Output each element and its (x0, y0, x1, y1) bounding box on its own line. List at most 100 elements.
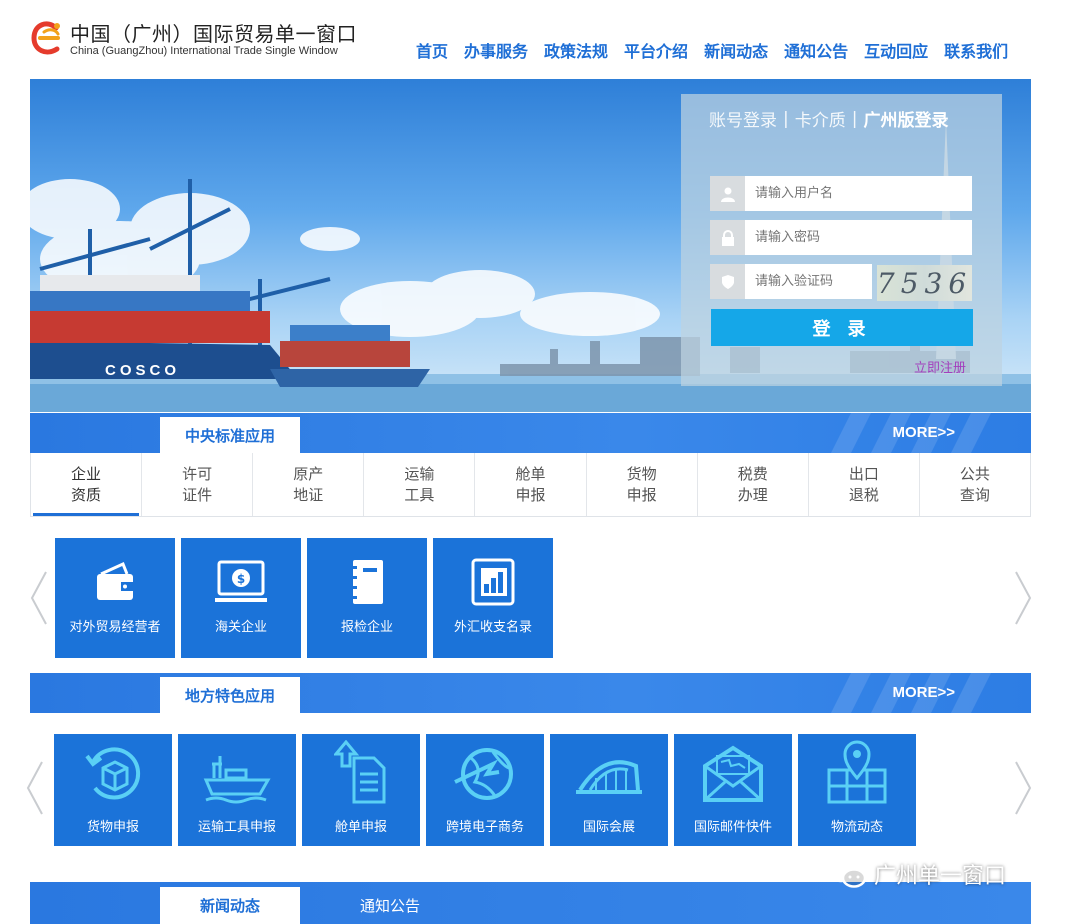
category-tax[interactable]: 税费 办理 (698, 453, 809, 516)
nav-contact[interactable]: 联系我们 (936, 38, 1016, 62)
tab-card-login[interactable]: 卡介质 (795, 106, 846, 131)
central-apps-bar: 中央标准应用 MORE>> (30, 413, 1031, 453)
tile-inspection-enterprise[interactable]: 报检企业 (307, 538, 427, 658)
category-label: 出口 (848, 464, 879, 483)
category-licenses[interactable]: 许可 证件 (142, 453, 254, 516)
logo-title-en: China (GuangZhou) International Trade Si… (70, 45, 338, 57)
local-next-arrow[interactable] (1012, 760, 1034, 816)
tile-goods-declaration[interactable]: 货物申报 (54, 734, 172, 846)
category-label: 申报 (515, 485, 546, 504)
category-label: 税费 (737, 464, 768, 483)
tile-international-exhibition[interactable]: 国际会展 (550, 734, 668, 846)
username-input[interactable] (745, 176, 965, 211)
captcha-input[interactable] (745, 264, 865, 299)
central-next-arrow[interactable] (1012, 570, 1034, 626)
logo-title-cn: 中国（广州）国际贸易单一窗口 (70, 22, 357, 46)
password-field (710, 220, 972, 255)
nav-services[interactable]: 办事服务 (456, 38, 536, 62)
tile-label: 货物申报 (86, 820, 139, 835)
tile-label: 国际会展 (582, 820, 635, 835)
tile-label: 运输工具申报 (197, 820, 276, 835)
central-more-link[interactable]: MORE>> (892, 424, 955, 441)
category-export-rebate[interactable]: 出口 退税 (809, 453, 920, 516)
category-label: 企业 (71, 464, 102, 483)
tile-customs-enterprise[interactable]: $ 海关企业 (181, 538, 301, 658)
nav-policies[interactable]: 政策法规 (536, 38, 616, 62)
mail-world-icon (703, 745, 763, 802)
main-nav: 首页 办事服务 政策法规 平台介绍 新闻动态 通知公告 互动回应 联系我们 (408, 38, 1016, 62)
tile-label: 海关企业 (214, 620, 267, 635)
category-manifest[interactable]: 舱单 申报 (475, 453, 587, 516)
tile-foreign-trade-operator[interactable]: 对外贸易经营者 (55, 538, 175, 658)
category-label: 资质 (71, 485, 102, 504)
chart-document-icon (471, 558, 515, 606)
package-cycle-icon (85, 747, 141, 800)
ship-icon (203, 756, 271, 804)
category-label: 申报 (626, 485, 657, 504)
category-label: 查询 (959, 485, 990, 504)
watermark-text: 广州单一窗口 (874, 864, 1007, 889)
category-label: 运输 (404, 464, 435, 483)
tile-logistics-tracking[interactable]: 物流动态 (798, 734, 916, 846)
category-label: 货物 (626, 464, 657, 483)
nav-notices[interactable]: 通知公告 (776, 38, 856, 62)
wallet-icon (97, 561, 133, 600)
tab-guangzhou-login[interactable]: 广州版登录 (863, 106, 948, 131)
wechat-watermark: 广州单一窗口 (826, 858, 1006, 890)
tab-account-login[interactable]: 账号登录 (709, 106, 777, 131)
captcha-image[interactable]: 7536 (877, 265, 972, 301)
category-transport[interactable]: 运输 工具 (364, 453, 476, 516)
logo-icon (31, 21, 60, 55)
category-label: 许可 (182, 464, 213, 483)
nav-home[interactable]: 首页 (408, 38, 456, 62)
upload-document-icon (334, 740, 386, 804)
captcha-field (710, 264, 872, 299)
central-apps-title[interactable]: 中央标准应用 (160, 417, 300, 453)
tile-cross-border-ecommerce[interactable]: 跨境电子商务 (426, 734, 544, 846)
category-label: 原产 (293, 464, 324, 483)
tab-notices[interactable]: 通知公告 (330, 887, 450, 924)
nav-about[interactable]: 平台介绍 (616, 38, 696, 62)
tile-label: 外汇收支名录 (453, 620, 532, 635)
central-category-tabs: 企业 资质 许可 证件 原产 地证 运输 工具 舱单 申报 货物 申报 税费 办理 出口 退税 … (30, 453, 1031, 517)
customs-monitor-icon: $ (215, 560, 267, 602)
ship-name-text: COSCO (105, 362, 180, 379)
category-goods-declaration[interactable]: 货物 申报 (587, 453, 698, 516)
password-input[interactable] (745, 220, 965, 255)
tile-label: 报检企业 (340, 620, 393, 635)
local-prev-arrow[interactable] (24, 760, 46, 816)
login-button[interactable]: 登 录 (711, 309, 973, 346)
category-label: 地证 (293, 485, 324, 504)
tile-label: 舱单申报 (334, 820, 387, 835)
map-pin-icon (827, 740, 887, 804)
category-label: 证件 (182, 485, 213, 504)
local-apps-title[interactable]: 地方特色应用 (160, 677, 300, 713)
tile-international-mail[interactable]: 国际邮件快件 (674, 734, 792, 846)
central-prev-arrow[interactable] (28, 570, 50, 626)
category-label: 办理 (737, 485, 768, 504)
lock-icon (710, 220, 745, 255)
site-logo[interactable]: 中国（广州）国际贸易单一窗口 China (GuangZhou) Interna… (30, 16, 370, 62)
tile-label: 跨境电子商务 (445, 820, 524, 835)
tile-manifest-declaration[interactable]: 舱单申报 (302, 734, 420, 846)
exhibition-hall-icon (576, 760, 642, 794)
category-label: 舱单 (515, 464, 546, 483)
wechat-icon (826, 859, 867, 888)
nav-interaction[interactable]: 互动回应 (856, 38, 936, 62)
local-more-link[interactable]: MORE>> (892, 684, 955, 701)
category-origin-certificate[interactable]: 原产 地证 (253, 453, 365, 516)
shield-icon (710, 264, 745, 299)
category-public-query[interactable]: 公共 查询 (920, 453, 1030, 516)
register-link[interactable]: 立即注册 (914, 357, 966, 376)
nav-news[interactable]: 新闻动态 (696, 38, 776, 62)
tab-news[interactable]: 新闻动态 (160, 887, 300, 924)
local-apps-bar: 地方特色应用 MORE>> (30, 673, 1031, 713)
category-enterprise-qualification[interactable]: 企业 资质 (31, 453, 143, 516)
category-label: 公共 (959, 464, 990, 483)
tile-forex-directory[interactable]: 外汇收支名录 (433, 538, 553, 658)
tile-label: 物流动态 (830, 820, 883, 835)
login-tabs: 账号登录 | 卡介质 | 广州版登录 (709, 106, 948, 132)
username-field (710, 176, 972, 211)
tile-transport-declaration[interactable]: 运输工具申报 (178, 734, 296, 846)
svg-text:$: $ (237, 572, 245, 586)
